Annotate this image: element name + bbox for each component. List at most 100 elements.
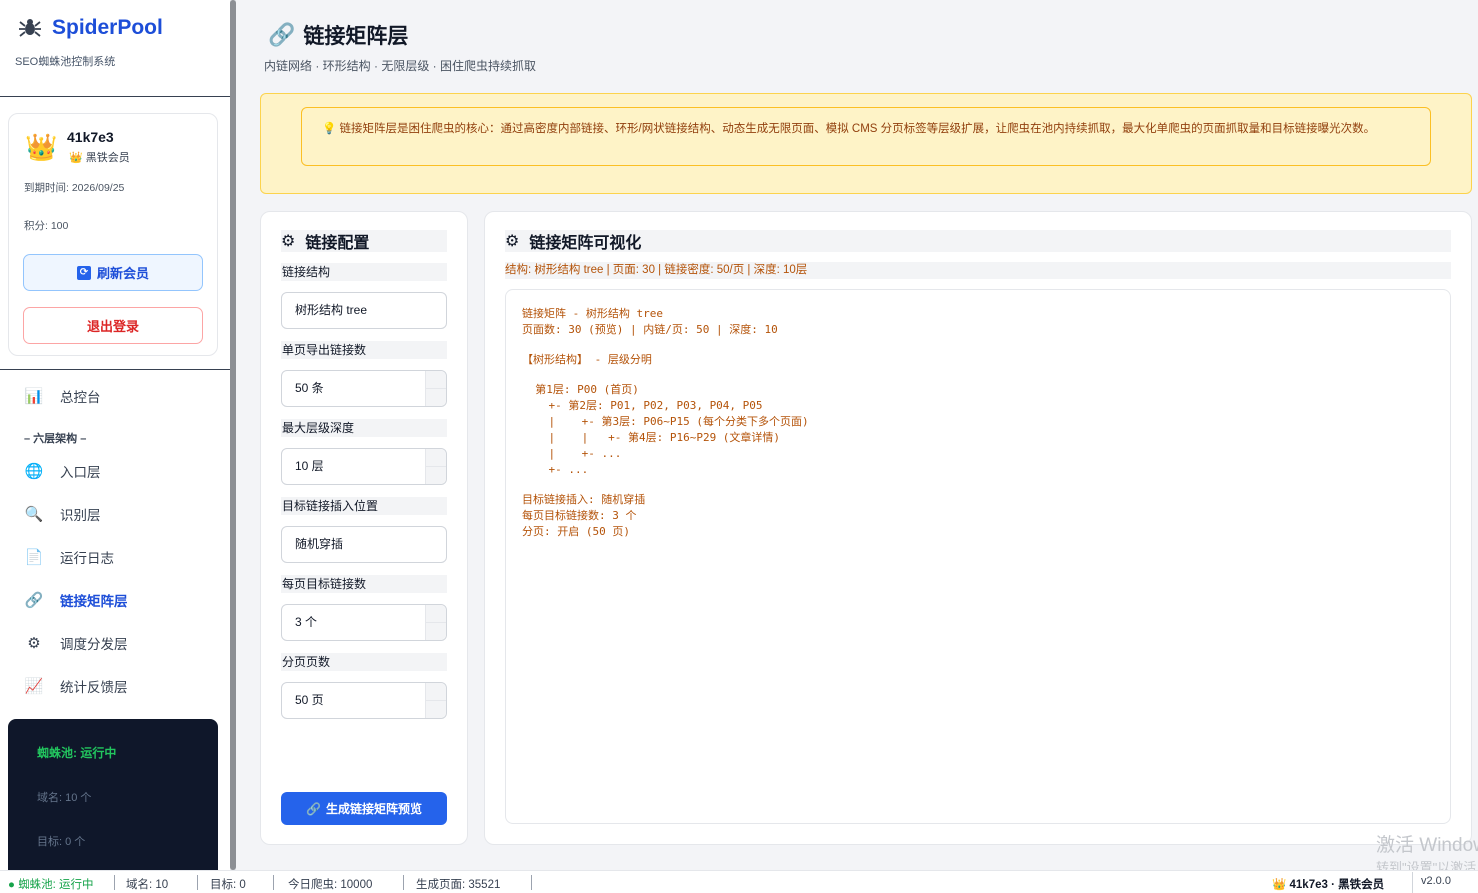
preview-line: 分页: 开启 (50 页) — [522, 525, 630, 538]
logout-button[interactable]: 退出登录 — [23, 307, 203, 344]
brand: SpiderPool — [18, 16, 163, 40]
pagination-pages-stepper[interactable]: 50 页 — [281, 682, 447, 719]
status-targets: 目标: 0 — [210, 879, 246, 891]
stepper-buttons[interactable] — [425, 683, 446, 718]
divider — [114, 875, 115, 890]
nav-item-recognition-layer[interactable]: 🔍 识别层 — [24, 504, 101, 524]
field-label: 单页导出链接数 — [281, 341, 447, 359]
notice-text: 💡 链接矩阵层是困住爬虫的核心：通过高密度内部链接、环形/网状链接结构、动态生成… — [301, 107, 1431, 166]
nav-item-link-matrix-layer[interactable]: 🔗 链接矩阵层 — [24, 590, 128, 610]
field-label: 分页页数 — [281, 653, 447, 671]
nav-item-dispatch-layer[interactable]: ⚙ 调度分发层 — [24, 633, 128, 653]
field-label: 每页目标链接数 — [281, 575, 447, 593]
magnifier-icon: 🔍 — [24, 506, 44, 523]
stepper-buttons[interactable] — [425, 449, 446, 484]
nav-item-run-log[interactable]: 📄 运行日志 — [24, 547, 114, 567]
nav-item-dashboard[interactable]: 📊 总控台 — [24, 386, 101, 406]
preview-line — [522, 338, 809, 352]
field-value: 树形结构 tree — [295, 303, 368, 317]
pool-domain-count: 域名: 10 个 — [37, 792, 92, 804]
status-version: v2.0.0 — [1412, 872, 1459, 893]
preview-line: | +- 第3层: P06~P15 (每个分类下多个页面) — [522, 415, 809, 428]
links-per-page-stepper[interactable]: 50 条 — [281, 370, 447, 407]
divider — [0, 369, 230, 370]
matrix-preview-box: 链接矩阵 - 树形结构 tree 页面数: 30 (预览) | 内链/页: 50 … — [505, 289, 1451, 824]
page-subtitle: 内链网络 · 环形结构 · 无限层级 · 困住爬虫持续抓取 — [264, 59, 536, 73]
field-value: 随机穿插 — [295, 537, 344, 551]
field-value: 50 页 — [295, 693, 324, 707]
link-structure-select[interactable]: 树形结构 tree — [281, 292, 447, 329]
card-title: ⚙ 链接配置 — [281, 230, 447, 252]
brand-title: SpiderPool — [52, 16, 163, 39]
page-title: 🔗 链接矩阵层 — [268, 20, 408, 50]
brand-subtitle: SEO蜘蛛池控制系统 — [15, 56, 116, 68]
stepper-buttons[interactable] — [425, 605, 446, 640]
preview-line: | +- ... — [522, 447, 622, 460]
notice-banner: 💡 链接矩阵层是困住爬虫的核心：通过高密度内部链接、环形/网状链接结构、动态生成… — [260, 93, 1472, 194]
generate-matrix-preview-button[interactable]: 🔗 生成链接矩阵预览 — [281, 792, 447, 825]
refresh-icon: ⟳ — [76, 265, 91, 280]
activation-watermark: 激活 Windows — [1376, 835, 1478, 856]
user-card: 👑 41k7e3 👑 黑铁会员 到期时间: 2026/09/25 积分: 100… — [8, 113, 218, 356]
user-name: 41k7e3 — [67, 129, 114, 145]
divider — [531, 875, 532, 890]
pool-running-status: 蜘蛛池: 运行中 — [37, 746, 117, 760]
preview-line: 页面数: 30 (预览) | 内链/页: 50 | 深度: 10 — [522, 323, 778, 336]
divider — [273, 875, 274, 890]
gear-icon: ⚙ — [281, 233, 296, 250]
globe-icon: 🌐 — [24, 463, 44, 480]
link-icon: 🔗 — [24, 592, 44, 609]
nav-item-label: 识别层 — [60, 508, 101, 523]
divider — [197, 875, 198, 890]
card-title-text: 链接矩阵可视化 — [529, 235, 642, 252]
generate-button-label: 生成链接矩阵预览 — [325, 802, 422, 816]
gear-icon: ⚙ — [27, 635, 41, 652]
target-insert-position-select[interactable]: 随机穿插 — [281, 526, 447, 563]
stepper-buttons[interactable] — [425, 371, 446, 406]
status-bar: ● 蜘蛛池: 运行中 域名: 10 目标: 0 今日爬虫: 10000 生成页面… — [0, 870, 1478, 893]
preview-line: 第1层: P00 (首页) — [522, 383, 639, 396]
field-label: 最大层级深度 — [281, 419, 447, 437]
preview-line: 链接矩阵 - 树形结构 tree — [522, 307, 663, 320]
sidebar: SpiderPool SEO蜘蛛池控制系统 👑 41k7e3 👑 黑铁会员 到期… — [0, 0, 230, 870]
field-value: 3 个 — [295, 615, 318, 629]
targets-per-page-stepper[interactable]: 3 个 — [281, 604, 447, 641]
status-domains: 域名: 10 — [126, 879, 169, 891]
link-icon: 🔗 — [268, 22, 296, 47]
nav-item-label: 总控台 — [60, 390, 101, 405]
preview-line — [522, 368, 809, 382]
divider — [0, 96, 230, 97]
status-generated-pages: 生成页面: 35521 — [416, 879, 501, 891]
nav-item-label: 统计反馈层 — [60, 680, 128, 695]
preview-line: +- 第2层: P01, P02, P03, P04, P05 — [522, 399, 763, 412]
user-expire: 到期时间: 2026/09/25 — [24, 182, 125, 194]
card-title: ⚙ 链接矩阵可视化 — [505, 230, 1451, 252]
preview-line — [522, 478, 809, 492]
bar-chart-icon: 📊 — [24, 388, 44, 405]
pool-status-panel: 蜘蛛池: 运行中 域名: 10 个 目标: 0 个 — [8, 719, 218, 870]
status-crawls-today: 今日爬虫: 10000 — [288, 879, 373, 891]
preview-line: 目标链接插入: 随机穿插 — [522, 493, 646, 506]
document-icon: 📄 — [24, 549, 44, 566]
status-running: ● 蜘蛛池: 运行中 — [8, 879, 94, 891]
crown-icon: 👑 — [25, 132, 58, 162]
nav-item-entry-layer[interactable]: 🌐 入口层 — [24, 461, 101, 481]
refresh-member-button[interactable]: ⟳ 刷新会员 — [23, 254, 203, 291]
nav-item-label: 运行日志 — [60, 551, 114, 566]
max-depth-stepper[interactable]: 10 层 — [281, 448, 447, 485]
nav-item-label: 入口层 — [60, 465, 101, 480]
nav-item-label: 调度分发层 — [60, 637, 128, 652]
pool-target-count: 目标: 0 个 — [37, 836, 86, 848]
sidebar-scrollbar[interactable] — [230, 0, 236, 870]
refresh-member-label: 刷新会员 — [96, 266, 149, 281]
field-value: 10 层 — [295, 459, 324, 473]
field-label: 目标链接插入位置 — [281, 497, 447, 515]
card-title-text: 链接配置 — [305, 235, 370, 252]
user-points: 积分: 100 — [24, 220, 69, 232]
scrollbar-thumb[interactable] — [230, 0, 236, 870]
preview-line: 【树形结构】 - 层级分明 — [522, 353, 652, 366]
nav-item-stats-layer[interactable]: 📈 统计反馈层 — [24, 676, 128, 696]
spider-icon — [19, 19, 41, 37]
field-value: 50 条 — [295, 381, 324, 395]
field-label: 链接结构 — [281, 263, 447, 281]
